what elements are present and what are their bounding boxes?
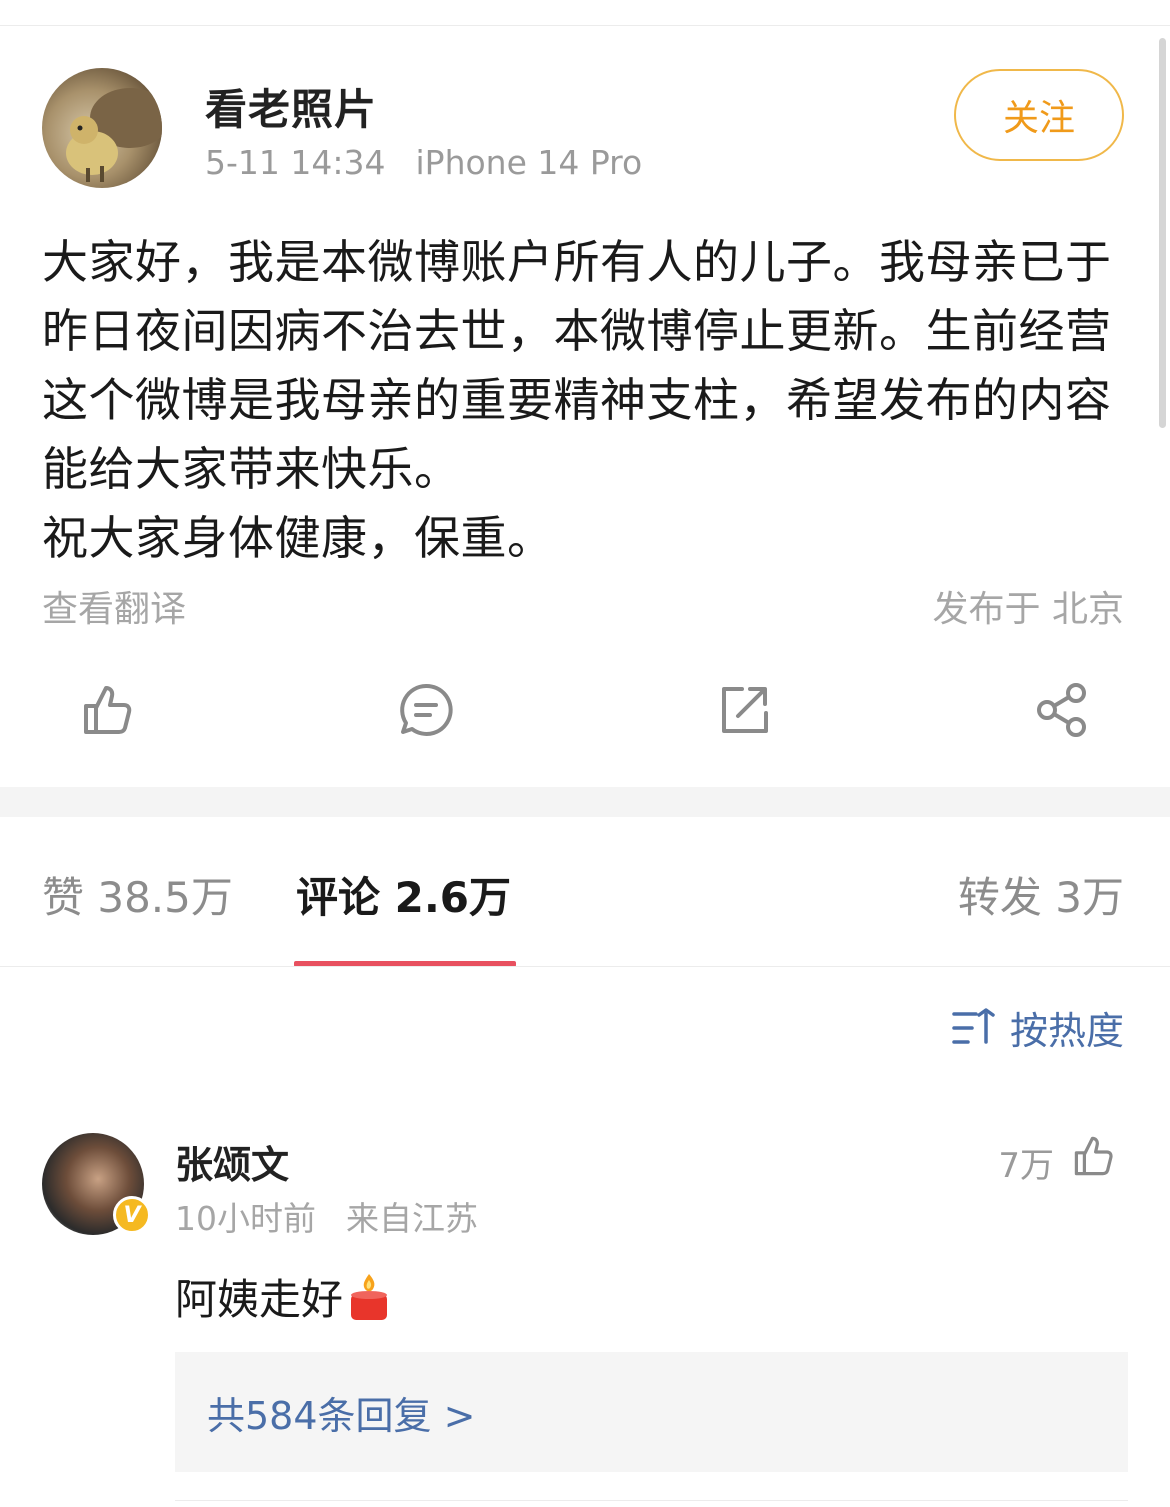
author-name[interactable]: 看老照片 (205, 76, 377, 137)
comment-like-button[interactable] (1070, 1132, 1118, 1180)
follow-button[interactable]: 关注 (954, 69, 1124, 161)
post-time: 5-11 14:34 (205, 143, 386, 182)
comment-time: 10小时前 (175, 1199, 316, 1238)
section-divider (0, 787, 1170, 817)
repost-icon (722, 687, 768, 733)
comment-text: 阿姨走好 (175, 1275, 344, 1324)
comment-like-count: 7万 (998, 1146, 1054, 1186)
sort-icon (952, 1007, 995, 1044)
share-button[interactable] (1032, 680, 1092, 740)
top-divider (0, 25, 1170, 26)
tab-likes[interactable]: 赞 38.5万 (42, 864, 233, 925)
comment-divider (175, 1500, 1128, 1501)
comment-text-row: 阿姨走好 (175, 1266, 391, 1327)
tab-reposts[interactable]: 转发 3万 (958, 864, 1124, 925)
sort-label: 按热度 (1009, 1009, 1124, 1053)
comment-meta: 10小时前 来自江苏 (175, 1192, 478, 1240)
tabs-divider (0, 966, 1170, 967)
repost-button[interactable] (714, 680, 774, 740)
tab-comments[interactable]: 评论 2.6万 (296, 864, 511, 925)
thumbs-up-icon (84, 686, 132, 734)
comment-icon (400, 683, 453, 736)
post-text: 大家好，我是本微博账户所有人的儿子。我母亲已于昨日夜间因病不治去世，本微博停止更… (42, 235, 1112, 565)
sort-button[interactable]: 按热度 (952, 1000, 1124, 1055)
translate-link[interactable]: 查看翻译 (42, 580, 186, 632)
comment-source: 来自江苏 (346, 1199, 478, 1238)
view-replies-link[interactable]: 共584条回复 > (175, 1352, 1128, 1472)
duckling-photo (66, 88, 162, 182)
post-meta: 5-11 14:34 iPhone 14 Pro (205, 143, 642, 182)
author-avatar[interactable] (42, 68, 162, 188)
scrollbar[interactable] (1159, 38, 1166, 428)
commenter-name[interactable]: 张颂文 (175, 1134, 289, 1189)
verified-badge-icon: V (113, 1196, 151, 1234)
candle-emoji-icon (351, 1273, 388, 1320)
post-device: iPhone 14 Pro (415, 143, 643, 182)
post-location: 发布于 北京 (932, 589, 1124, 630)
like-button[interactable] (78, 680, 138, 740)
comment-button[interactable] (396, 680, 456, 740)
share-icon (1037, 683, 1086, 737)
thumbs-up-icon (1074, 1136, 1113, 1176)
